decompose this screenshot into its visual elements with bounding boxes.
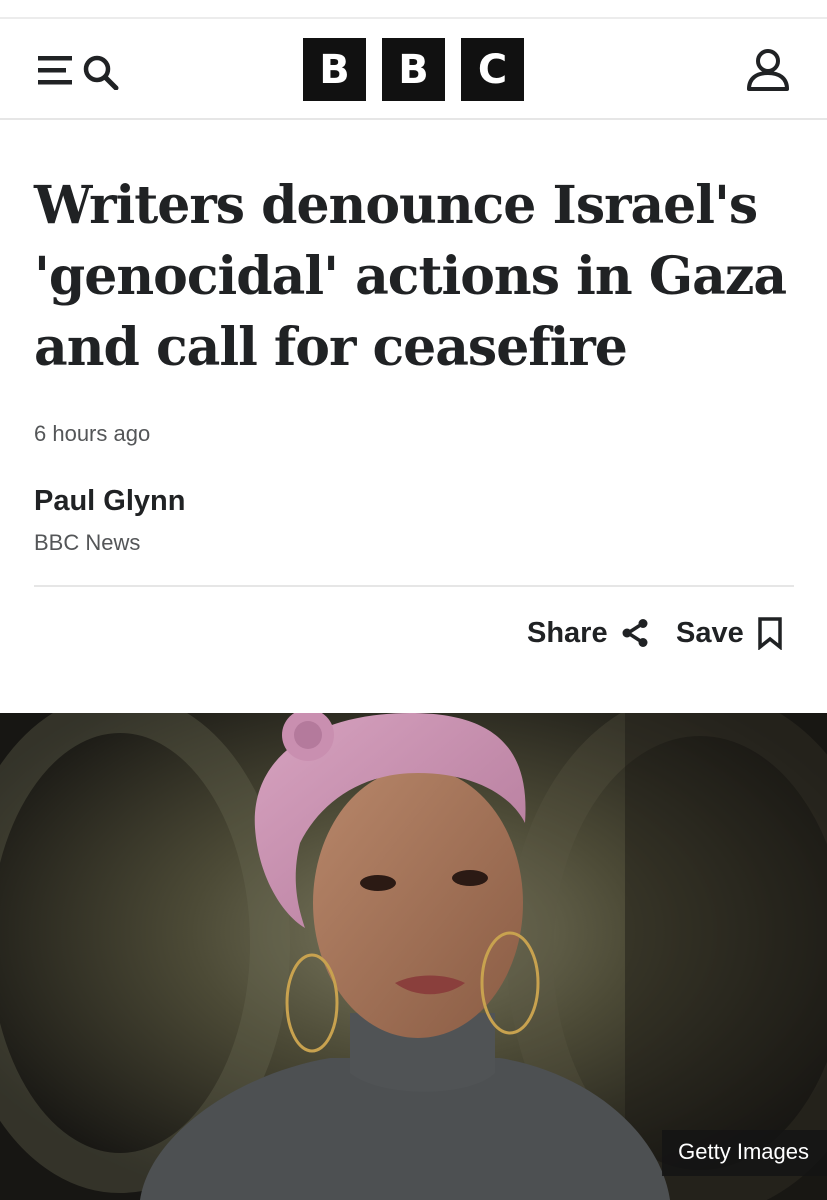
bbc-logo[interactable]: B B C <box>303 38 524 101</box>
author-organization: BBC News <box>34 530 141 555</box>
menu-icon <box>38 56 72 85</box>
portrait-image <box>0 713 827 1200</box>
article-timestamp: 6 hours ago <box>34 421 151 446</box>
site-header: B B C <box>0 19 827 120</box>
save-button[interactable]: Save <box>676 613 784 653</box>
menu-search-icon <box>38 55 119 91</box>
logo-letter: B <box>303 38 366 101</box>
article-image: Getty Images <box>0 713 827 1200</box>
image-credit: Getty Images <box>662 1130 827 1176</box>
author-name: Paul Glynn <box>34 485 186 517</box>
search-icon <box>83 55 119 91</box>
account-icon <box>747 49 789 91</box>
share-label: Share <box>527 617 608 649</box>
menu-search-button[interactable] <box>36 50 122 91</box>
bookmark-icon <box>757 617 782 650</box>
account-button[interactable] <box>744 45 792 93</box>
article-headline: Writers denounce Israel's 'genocidal' ac… <box>34 175 787 378</box>
share-icon <box>622 619 648 647</box>
divider <box>34 585 794 587</box>
logo-letter: B <box>382 38 445 101</box>
share-button[interactable]: Share <box>527 613 650 653</box>
save-label: Save <box>676 617 744 649</box>
logo-letter: C <box>461 38 524 101</box>
